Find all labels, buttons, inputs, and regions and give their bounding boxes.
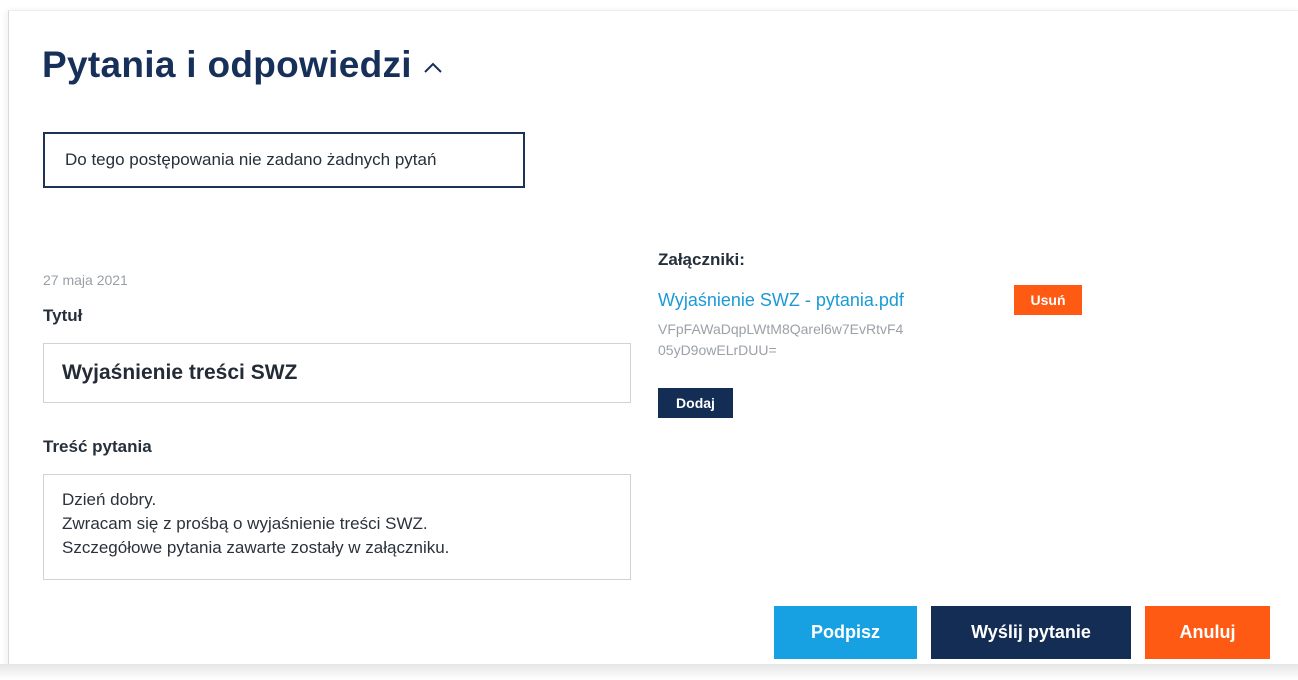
attachments-label: Załączniki: [658,250,745,269]
title-field[interactable]: Wyjaśnienie treści SWZ [43,343,631,403]
sign-button[interactable]: Podpisz [774,606,917,659]
hash-line: 05yD9owELrDUU= [658,342,777,358]
attachment-file-link[interactable]: Wyjaśnienie SWZ - pytania.pdf [658,290,904,311]
question-date: 27 maja 2021 [43,272,128,288]
content-field[interactable]: Dzień dobry. Zwracam się z prośbą o wyja… [43,474,631,580]
no-questions-notice: Do tego postępowania nie zadano żadnych … [43,132,525,188]
remove-attachment-button[interactable]: Usuń [1014,285,1082,315]
hash-line: VFpFAWaDqpLWtM8Qarel6w7EvRtvF4 [658,321,904,337]
add-attachment-button[interactable]: Dodaj [658,388,733,418]
cancel-button[interactable]: Anuluj [1145,606,1270,659]
title-value: Wyjaśnienie treści SWZ [62,361,298,384]
content-line: Dzień dobry. [62,490,157,509]
content-line: Szczegółowe pytania zawarte zostały w za… [62,538,450,557]
panel-shadow [0,664,1298,680]
notice-text: Do tego postępowania nie zadano żadnych … [65,150,437,169]
section-title: Pytania i odpowiedzi [42,44,412,85]
content-label: Treść pytania [43,437,152,456]
title-label: Tytuł [43,306,83,325]
section-header[interactable]: Pytania i odpowiedzi [42,44,444,86]
attachment-hash: VFpFAWaDqpLWtM8Qarel6w7EvRtvF4 05yD9owEL… [658,319,968,361]
chevron-up-icon[interactable] [422,57,444,79]
content-line: Zwracam się z prośbą o wyjaśnienie treśc… [62,514,428,533]
send-question-button[interactable]: Wyślij pytanie [931,606,1131,659]
